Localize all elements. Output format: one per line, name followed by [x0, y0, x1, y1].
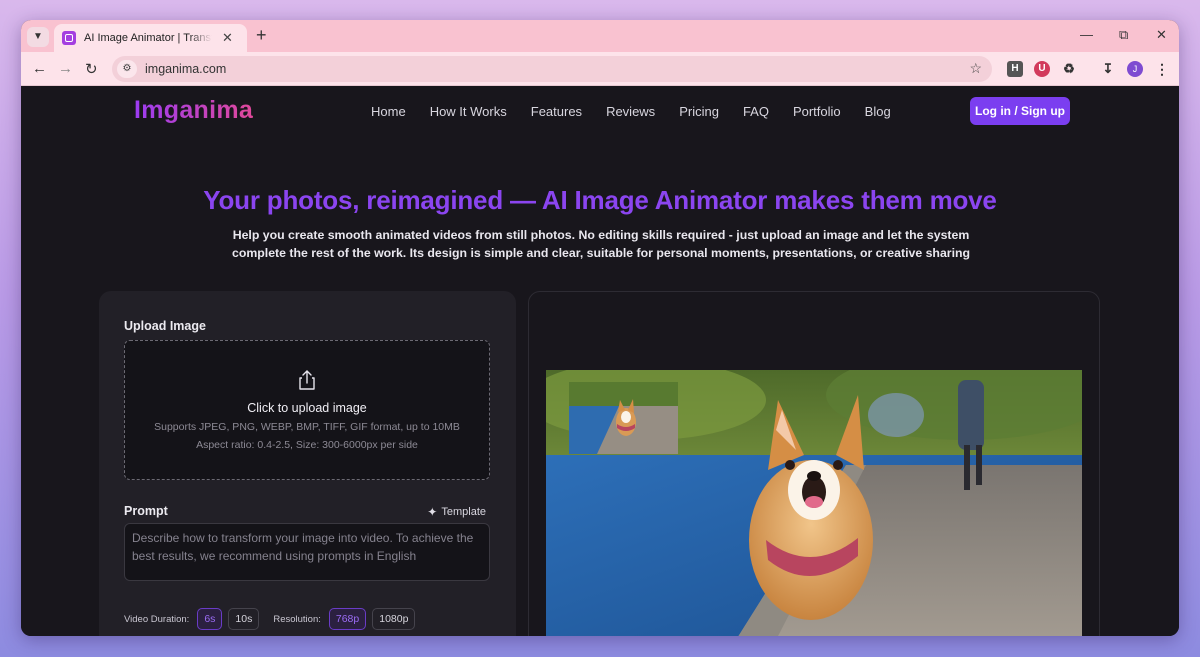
extension-h-icon[interactable]: H [1007, 61, 1023, 77]
nav-faq[interactable]: FAQ [743, 104, 769, 119]
resolution-label: Resolution: [273, 613, 321, 625]
profile-avatar[interactable]: J [1127, 61, 1143, 77]
nav-features[interactable]: Features [531, 104, 582, 119]
resolution-option-1080p[interactable]: 1080p [372, 608, 416, 630]
forward-icon[interactable]: → [58, 60, 73, 77]
nav-reviews[interactable]: Reviews [606, 104, 655, 119]
login-signup-button[interactable]: Log in / Sign up [970, 97, 1070, 125]
browser-tab[interactable]: AI Image Animator | Transform Images int… [54, 24, 247, 52]
extension-shield-icon[interactable]: U [1034, 61, 1050, 77]
window-close-icon[interactable]: ✕ [1156, 27, 1167, 43]
tab-close-icon[interactable]: ✕ [222, 30, 233, 46]
upload-dropzone[interactable]: Click to upload image Supports JPEG, PNG… [124, 340, 490, 480]
nav-home[interactable]: Home [371, 104, 406, 119]
template-label: Template [441, 506, 486, 518]
nav-portfolio[interactable]: Portfolio [793, 104, 841, 119]
new-tab-icon[interactable]: + [256, 25, 267, 46]
bookmark-star-icon[interactable]: ☆ [969, 60, 982, 77]
tab-title: AI Image Animator | Transform Images int… [84, 32, 212, 44]
browser-window: ▼ AI Image Animator | Transform Images i… [21, 20, 1179, 636]
generator-form-panel: Upload Image Click to upload image Suppo… [99, 291, 516, 636]
browser-toolbar: ← → ↻ ⚙ imganima.com ☆ H U ♻ ↧ J ⋮ [21, 52, 1179, 86]
resolution-option-768p[interactable]: 768p [328, 608, 367, 630]
main-nav: Home How It Works Features Reviews Prici… [371, 104, 891, 119]
extensions-puzzle-icon[interactable]: ♻ [1061, 61, 1077, 77]
prompt-label: Prompt [124, 504, 168, 518]
web-page: Imganima Home How It Works Features Revi… [21, 86, 1179, 636]
upload-size-hint: Aspect ratio: 0.4-2.5, Size: 300-6000px … [196, 439, 418, 451]
download-icon[interactable]: ↧ [1100, 61, 1116, 77]
site-header: Imganima Home How It Works Features Revi… [21, 86, 1179, 136]
duration-option-6s[interactable]: 6s [197, 608, 223, 630]
upload-image-label: Upload Image [124, 319, 206, 333]
template-button[interactable]: ✦ Template [427, 505, 486, 519]
back-icon[interactable]: ← [32, 60, 47, 77]
duration-option-10s[interactable]: 10s [228, 608, 260, 630]
site-favicon-icon [62, 31, 76, 45]
upload-share-icon [299, 370, 315, 390]
nav-how-it-works[interactable]: How It Works [430, 104, 507, 119]
source-image-thumbnail [569, 382, 678, 454]
minimize-icon[interactable]: — [1080, 27, 1093, 42]
menu-kebab-icon[interactable]: ⋮ [1154, 61, 1170, 77]
preview-panel [528, 291, 1100, 636]
sparkle-icon: ✦ [427, 505, 438, 519]
upload-cta-text: Click to upload image [247, 401, 367, 415]
video-options: Video Duration: 6s 10s Resolution: 768p … [124, 608, 416, 630]
prompt-input[interactable] [124, 523, 490, 581]
address-bar[interactable]: ⚙ imganima.com ☆ [112, 56, 992, 82]
restore-icon[interactable]: ⧉ [1119, 27, 1128, 43]
hero-subtitle: Help you create smooth animated videos f… [231, 228, 971, 260]
url-text[interactable]: imganima.com [145, 62, 226, 76]
hero-title: Your photos, reimagined — AI Image Anima… [203, 185, 997, 215]
tab-strip: ▼ AI Image Animator | Transform Images i… [21, 20, 1179, 52]
upload-format-hint: Supports JPEG, PNG, WEBP, BMP, TIFF, GIF… [154, 421, 460, 433]
nav-blog[interactable]: Blog [865, 104, 891, 119]
video-duration-label: Video Duration: [124, 613, 190, 625]
site-info-icon[interactable]: ⚙ [117, 60, 137, 78]
tab-search-icon[interactable]: ▼ [27, 27, 49, 47]
site-logo[interactable]: Imganima [134, 96, 253, 125]
reload-icon[interactable]: ↻ [85, 60, 98, 78]
nav-pricing[interactable]: Pricing [679, 104, 719, 119]
